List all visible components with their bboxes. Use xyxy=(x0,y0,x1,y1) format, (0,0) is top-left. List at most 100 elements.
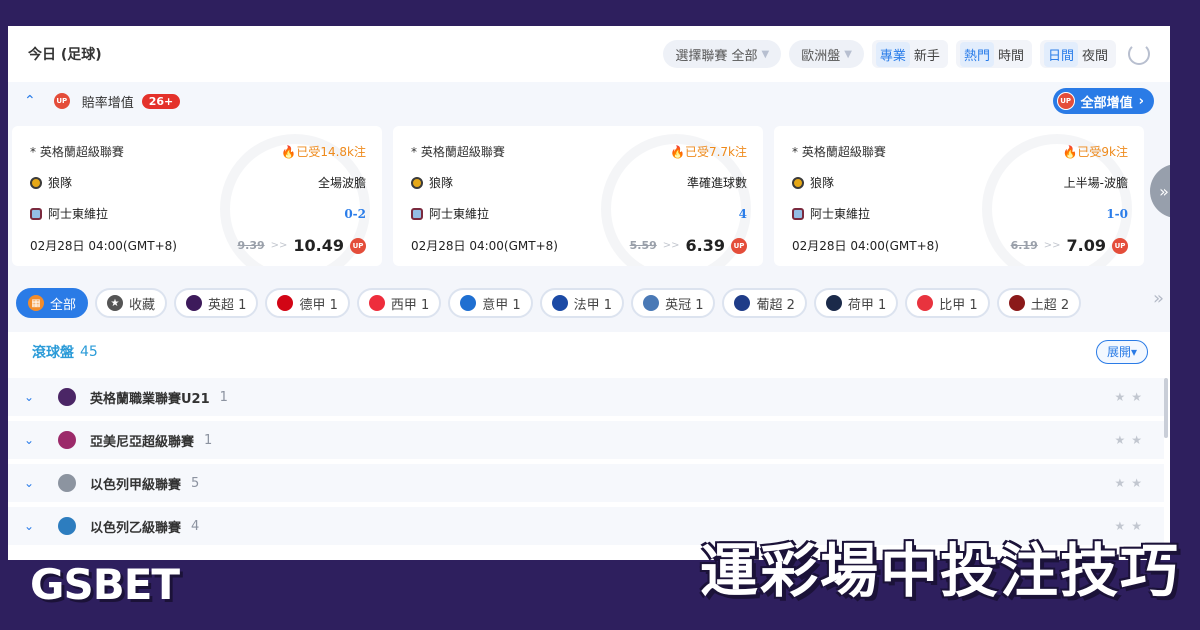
league-chip-label: 西甲 1 xyxy=(390,297,430,313)
chevron-down-icon[interactable]: ⌄ xyxy=(24,519,44,533)
new-odds[interactable]: 7.09 xyxy=(1067,236,1106,255)
new-odds[interactable]: 10.49 xyxy=(293,236,344,255)
card-league-row: * 英格蘭超級聯賽 🔥已受9k注 xyxy=(792,143,1128,160)
league-chip[interactable]: 比甲 1 xyxy=(905,288,990,318)
league-count: 4 xyxy=(191,518,200,534)
villa-crest-icon xyxy=(411,207,423,220)
sportsbook-panel: 今日 (足球) 選擇聯賽 全部 ▼ 歐洲盤 ▼ 專業 新手 熱門 時間 日間 夜… xyxy=(8,26,1170,560)
refresh-icon[interactable] xyxy=(1128,43,1150,65)
hot-text: 已受14.8k注 xyxy=(296,145,366,159)
chevron-right-icon: › xyxy=(1138,93,1144,109)
all-boost-button[interactable]: UP 全部增值 › xyxy=(1052,88,1154,114)
chevron-down-icon[interactable]: ⌄ xyxy=(24,433,44,447)
league-chip[interactable]: 土超 2 xyxy=(996,288,1082,318)
pro-league-icon xyxy=(917,295,934,311)
match-card[interactable]: * 英格蘭超級聯賽 🔥已受9k注 狼隊 上半場-波膽 阿士東維拉 1-0 02月… xyxy=(774,126,1144,266)
arrows-icon: >> xyxy=(270,240,288,251)
card-date-row: 02月28日 04:00(GMT+8) 9.39 >> 10.49 UP xyxy=(30,236,366,255)
new-odds[interactable]: 6.39 xyxy=(686,236,725,255)
grid-icon: ▦ xyxy=(28,295,44,311)
league-chip[interactable]: 意甲 1 xyxy=(448,288,533,318)
chips-more-icon[interactable]: » xyxy=(1153,288,1164,309)
mode-novice-option[interactable]: 新手 xyxy=(910,42,944,67)
league-chip[interactable]: ★ 收藏 xyxy=(95,288,168,318)
card-team2-row: 阿士東維拉 0-2 xyxy=(30,205,366,222)
villa-crest-icon xyxy=(30,207,42,220)
match-card[interactable]: * 英格蘭超級聯賽 🔥已受7.7k注 狼隊 準確進球數 阿士東維拉 4 02月2… xyxy=(393,126,763,266)
league-chip[interactable]: 法甲 1 xyxy=(539,288,625,318)
league-chip[interactable]: 荷甲 1 xyxy=(813,288,899,318)
up-badge-icon: UP xyxy=(1056,92,1075,110)
market-name: 準確進球數 xyxy=(686,176,747,190)
league-logo-icon xyxy=(58,431,76,449)
league-count: 1 xyxy=(204,432,213,448)
league-chip[interactable]: ▦ 全部 xyxy=(16,288,89,318)
league-row[interactable]: ⌄ 英格蘭職業聯賽U21 1 ★★ xyxy=(8,378,1164,416)
laliga-icon xyxy=(368,295,385,311)
match-card[interactable]: * 英格蘭超級聯賽 🔥已受14.8k注 狼隊 全場波膽 阿士東維拉 0-2 02… xyxy=(12,126,382,266)
pin-star-icons[interactable]: ★★ xyxy=(1114,433,1148,447)
league-logo-icon xyxy=(58,474,76,492)
league-chip[interactable]: 英冠 1 xyxy=(631,288,716,318)
odds-type-select[interactable]: 歐洲盤 ▼ xyxy=(789,40,864,68)
sort-time-option[interactable]: 時間 xyxy=(994,42,1028,67)
pin-star-icons[interactable]: ★★ xyxy=(1114,476,1148,490)
match-date: 02月28日 04:00(GMT+8) xyxy=(30,239,177,253)
up-badge-icon: UP xyxy=(1112,237,1128,254)
league-count: 5 xyxy=(191,475,200,491)
card-league: * 英格蘭超級聯賽 xyxy=(792,145,886,159)
theme-day-option[interactable]: 日間 xyxy=(1043,41,1078,67)
match-date: 02月28日 04:00(GMT+8) xyxy=(792,239,939,253)
hot-text: 已受9k注 xyxy=(1077,145,1128,159)
serie-a-icon xyxy=(460,295,477,311)
league-chip[interactable]: 英超 1 xyxy=(174,288,259,318)
league-row[interactable]: ⌄ 亞美尼亞超級聯賽 1 ★★ xyxy=(8,421,1164,459)
collapse-up-icon[interactable]: ⌃ xyxy=(24,93,36,109)
league-chip-label: 荷甲 1 xyxy=(847,297,887,313)
league-chip-label: 法甲 1 xyxy=(573,297,613,313)
sort-toggle: 熱門 時間 xyxy=(955,40,1032,68)
chevron-down-icon[interactable]: ⌄ xyxy=(24,476,44,490)
card-date-row: 02月28日 04:00(GMT+8) 6.19 >> 7.09 UP xyxy=(792,236,1128,255)
old-odds: 9.39 xyxy=(237,239,265,252)
arrows-icon: >> xyxy=(1043,240,1061,251)
fire-icon: 🔥 xyxy=(281,145,297,159)
championship-icon xyxy=(643,295,660,311)
mode-pro-option[interactable]: 專業 xyxy=(875,41,910,67)
league-chip[interactable]: 葡超 2 xyxy=(722,288,807,318)
card-hot-count: 🔥已受14.8k注 xyxy=(281,143,366,160)
up-badge-icon: UP xyxy=(350,237,366,254)
team2-name: 阿士東維拉 xyxy=(429,207,490,221)
league-chip-label: 收藏 xyxy=(129,297,156,313)
league-select-label: 選擇聯賽 全部 xyxy=(675,48,758,64)
league-logo-icon xyxy=(58,388,76,406)
sort-hot-option[interactable]: 熱門 xyxy=(959,41,994,67)
mode-toggle: 專業 新手 xyxy=(871,40,948,68)
theme-night-option[interactable]: 夜間 xyxy=(1078,42,1112,67)
league-chip-label: 比甲 1 xyxy=(939,297,978,313)
league-chip-label: 土超 2 xyxy=(1030,297,1070,313)
chevron-down-icon: ▼ xyxy=(844,48,852,60)
league-select[interactable]: 選擇聯賽 全部 ▼ xyxy=(663,40,782,68)
fire-icon: 🔥 xyxy=(670,145,685,159)
league-name: 英格蘭職業聯賽U21 xyxy=(90,391,210,407)
card-hot-count: 🔥已受9k注 xyxy=(1062,143,1128,160)
league-chip[interactable]: 西甲 1 xyxy=(356,288,442,318)
boost-cards: * 英格蘭超級聯賽 🔥已受14.8k注 狼隊 全場波膽 阿士東維拉 0-2 02… xyxy=(8,126,1170,266)
all-boost-label: 全部增值 xyxy=(1080,95,1133,111)
ligue1-icon xyxy=(551,295,568,311)
pin-star-icons[interactable]: ★★ xyxy=(1114,390,1148,404)
old-odds: 6.19 xyxy=(1010,239,1038,252)
team1-name: 狼隊 xyxy=(48,176,73,190)
scrollbar[interactable] xyxy=(1164,378,1168,438)
league-logo-icon xyxy=(58,517,76,535)
wolves-crest-icon xyxy=(411,176,423,189)
up-badge-icon: UP xyxy=(731,237,747,254)
chevron-down-icon[interactable]: ⌄ xyxy=(24,390,44,404)
team2-name: 阿士東維拉 xyxy=(810,207,871,221)
league-chip[interactable]: 德甲 1 xyxy=(265,288,350,318)
league-row[interactable]: ⌄ 以色列甲級聯賽 5 ★★ xyxy=(8,464,1164,502)
expand-button[interactable]: 展開▾ xyxy=(1095,340,1148,364)
inplay-header: 滾球盤 45 xyxy=(32,342,98,362)
inplay-title: 滾球盤 xyxy=(32,345,74,361)
